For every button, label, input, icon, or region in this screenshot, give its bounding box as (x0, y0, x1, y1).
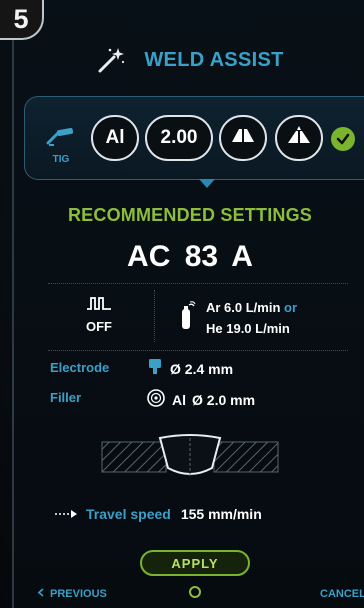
process-label: TIG (52, 154, 70, 165)
current-value: AC 83 A (127, 240, 253, 273)
header: WELD ASSIST (14, 42, 364, 78)
thickness-button[interactable]: 2.00 (145, 115, 213, 161)
pulse-wave-icon (86, 297, 112, 314)
filler-row: Al Ø 2.0 mm (146, 388, 255, 411)
gas-argon: Ar 6.0 L/min (206, 300, 281, 315)
gas-bottle-icon (176, 301, 196, 336)
gas-or: or (284, 300, 298, 315)
travel-speed-value: 155 mm/min (180, 506, 262, 522)
tig-torch-icon (46, 127, 76, 151)
selection-pointer (199, 179, 215, 188)
weld-assist-screen: WELD ASSIST TIG Al 2.00 RECOMMENDED SETT… (12, 0, 364, 608)
electrode-label: Electrode (50, 360, 110, 375)
travel-speed-label: Travel speed (86, 506, 171, 522)
filler-material: Al (172, 391, 186, 408)
travel-speed-row: Travel speed 155 mm/min (54, 506, 262, 522)
groove-joint-icon (287, 126, 311, 150)
electrode-row: Ø 2.4 mm (146, 358, 233, 379)
divider (48, 350, 348, 351)
cancel-button[interactable]: CANCEL (320, 588, 364, 600)
magic-wand-icon (96, 45, 126, 75)
apply-button[interactable]: APPLY (140, 550, 250, 576)
process-tig[interactable]: TIG (41, 125, 81, 169)
previous-label: PREVIOUS (50, 588, 107, 600)
arrow-right-icon (54, 506, 78, 522)
weld-parameters-bar: TIG Al 2.00 (24, 96, 364, 188)
gas-helium: He 19.0 L/min (206, 321, 290, 336)
weld-joint-diagram (100, 428, 280, 485)
wire-spool-icon (146, 388, 166, 411)
page-indicator (189, 586, 201, 598)
chevron-left-icon (37, 588, 44, 600)
electrode-icon (146, 358, 164, 379)
butt-joint-icon (231, 127, 255, 149)
joint-type-button[interactable] (219, 115, 267, 161)
page-title: WELD ASSIST (144, 48, 284, 71)
device-frame: WELD ASSIST TIG Al 2.00 RECOMMENDED SETT… (0, 0, 364, 608)
previous-button[interactable]: PREVIOUS (37, 588, 107, 600)
divider (48, 283, 348, 284)
material-button[interactable]: Al (91, 115, 139, 161)
electrode-value: Ø 2.4 mm (170, 360, 234, 377)
pulse-value: OFF (86, 319, 112, 334)
joint-position-button[interactable] (275, 115, 323, 161)
check-icon (331, 127, 355, 151)
pulse-setting: OFF (74, 296, 124, 334)
filler-label: Filler (50, 390, 82, 405)
gas-setting: Ar 6.0 L/min or He 19.0 L/min (206, 297, 297, 339)
divider-vertical (154, 290, 155, 342)
recommended-title: RECOMMENDED SETTINGS (67, 205, 312, 225)
filler-value: Ø 2.0 mm (192, 391, 256, 408)
